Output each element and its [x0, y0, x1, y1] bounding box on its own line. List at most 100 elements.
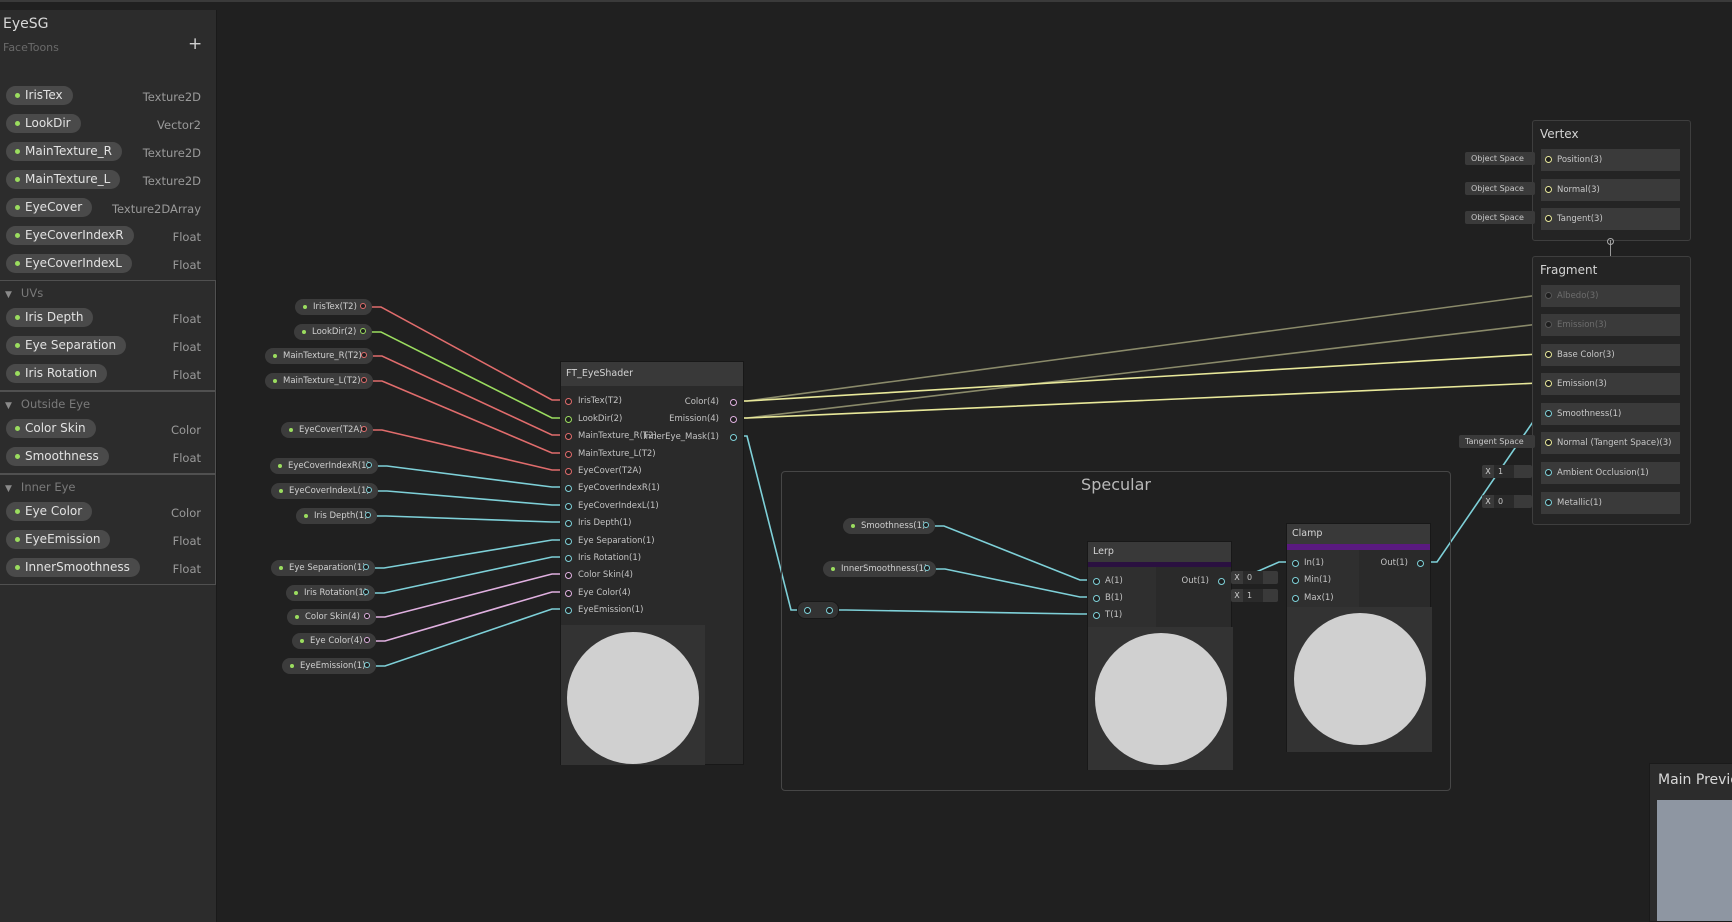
output-port[interactable]	[361, 352, 367, 358]
output-port[interactable]	[730, 434, 737, 441]
property-pill[interactable]: MainTexture_R	[6, 142, 122, 161]
add-property-button[interactable]: +	[188, 34, 202, 54]
edge[interactable]	[735, 294, 1551, 402]
property-pill[interactable]: Iris Rotation	[6, 364, 108, 383]
property-node[interactable]: LookDir(2)	[294, 324, 372, 340]
space-dropdown[interactable]: Object Space	[1465, 182, 1535, 195]
output-port[interactable]	[363, 589, 369, 595]
property-node[interactable]: Color Skin(4)	[287, 609, 376, 625]
property-pill[interactable]: Smoothness	[6, 447, 109, 466]
min-value[interactable]: 0	[1243, 571, 1263, 584]
eye-shader-node[interactable]: FT_EyeShader IrisTex(T2) LookDir(2) MainTe…	[560, 361, 744, 765]
input-port[interactable]	[1545, 215, 1552, 222]
edge[interactable]	[373, 573, 564, 618]
redirect-in-port[interactable]	[804, 607, 811, 614]
blackboard-property[interactable]: InnerSmoothness Float	[0, 555, 216, 581]
property-node[interactable]: MainTexture_L(T2)	[265, 373, 373, 389]
fragment-slot[interactable]: Emission(3)	[1541, 314, 1680, 336]
property-node[interactable]: IrisTex(T2)	[295, 299, 372, 315]
input-port[interactable]	[565, 590, 572, 597]
output-port[interactable]	[365, 512, 371, 518]
edge[interactable]	[735, 382, 1551, 419]
space-dropdown[interactable]: Object Space	[1465, 211, 1535, 224]
property-node[interactable]: Eye Separation(1)	[271, 560, 375, 576]
blackboard-property[interactable]: EyeCoverIndexR Float	[0, 223, 216, 249]
main-preview-viewport[interactable]	[1657, 800, 1732, 921]
input-port[interactable]	[565, 451, 572, 458]
input-port[interactable]	[565, 503, 572, 510]
property-pill[interactable]: Color Skin	[6, 419, 96, 438]
property-pill[interactable]: LookDir	[6, 114, 81, 133]
blackboard-property[interactable]: Eye Color Color	[0, 499, 216, 525]
input-port[interactable]	[1545, 499, 1552, 506]
input-port[interactable]	[1545, 321, 1552, 328]
collapse-triangle-icon[interactable]: ▼	[5, 401, 12, 411]
property-node[interactable]: Eye Color(4)	[292, 633, 376, 649]
blackboard-property[interactable]: EyeCover Texture2DArray	[0, 195, 216, 221]
input-port[interactable]	[565, 485, 572, 492]
property-pill[interactable]: EyeCover	[6, 198, 93, 217]
edge[interactable]	[369, 331, 564, 419]
fragment-slot[interactable]: Normal (Tangent Space)(3)	[1541, 432, 1680, 454]
edge[interactable]	[375, 490, 564, 506]
edge[interactable]	[374, 515, 564, 523]
fragment-slot[interactable]: Metallic(1)	[1541, 492, 1680, 514]
fragment-slot[interactable]: Smoothness(1)	[1541, 403, 1680, 425]
space-dropdown[interactable]: Tangent Space	[1459, 435, 1535, 448]
fragment-slot[interactable]: Base Color(3)	[1541, 344, 1680, 366]
property-pill[interactable]: Eye Separation	[6, 336, 127, 355]
blackboard-property[interactable]: Iris Rotation Float	[0, 361, 216, 387]
input-port[interactable]	[565, 607, 572, 614]
blackboard-property[interactable]: Color Skin Color	[0, 416, 216, 442]
input-port[interactable]	[1545, 410, 1552, 417]
fragment-block[interactable]: Fragment Albedo(3) Emission(3) Base Color(…	[1532, 256, 1691, 525]
collapse-triangle-icon[interactable]: ▼	[5, 484, 12, 494]
vertex-slot[interactable]: Normal(3)	[1541, 179, 1680, 201]
input-port[interactable]	[1292, 560, 1299, 567]
blackboard-property[interactable]: Smoothness Float	[0, 444, 216, 470]
redirect-node[interactable]	[797, 601, 839, 619]
property-node[interactable]: InnerSmoothness(1)	[823, 561, 936, 577]
output-port[interactable]	[924, 565, 930, 571]
edge[interactable]	[375, 465, 564, 488]
fragment-slot[interactable]: Ambient Occlusion(1)	[1541, 462, 1680, 484]
output-port[interactable]	[366, 462, 372, 468]
edge[interactable]	[373, 591, 564, 642]
property-pill[interactable]: EyeCoverIndexL	[6, 254, 132, 273]
category-header[interactable]: ▼ UVs	[5, 286, 43, 300]
output-port[interactable]	[1218, 578, 1225, 585]
blackboard-property[interactable]: EyeEmission Float	[0, 527, 216, 553]
category-header[interactable]: ▼ Outside Eye	[5, 397, 90, 411]
output-port[interactable]	[360, 328, 366, 334]
vertex-slot[interactable]: Tangent(3)	[1541, 208, 1680, 230]
blackboard-property[interactable]: LookDir Vector2	[0, 111, 216, 137]
edge[interactable]	[372, 556, 564, 594]
input-port[interactable]	[1545, 292, 1552, 299]
input-port[interactable]	[1545, 439, 1552, 446]
blackboard-property[interactable]: Eye Separation Float	[0, 333, 216, 359]
input-port[interactable]	[1093, 578, 1100, 585]
default-value[interactable]: 0	[1494, 495, 1514, 508]
clamp-min-field[interactable]: X0	[1231, 571, 1278, 584]
input-port[interactable]	[565, 398, 572, 405]
input-port[interactable]	[1545, 469, 1552, 476]
property-pill[interactable]: InnerSmoothness	[6, 558, 140, 577]
input-port[interactable]	[565, 555, 572, 562]
property-pill[interactable]: IrisTex	[6, 86, 73, 105]
output-port[interactable]	[363, 564, 369, 570]
edge[interactable]	[372, 539, 564, 569]
edge[interactable]	[369, 306, 564, 401]
blackboard-category[interactable]: ▼ UVs Iris Depth Float Eye Separation Float Ir…	[0, 280, 216, 391]
input-port[interactable]	[565, 468, 572, 475]
default-value-field[interactable]: X1	[1482, 465, 1532, 478]
property-node[interactable]: Smoothness(1)	[843, 518, 935, 534]
category-header[interactable]: ▼ Inner Eye	[5, 480, 76, 494]
input-port[interactable]	[1093, 595, 1100, 602]
output-port[interactable]	[361, 426, 367, 432]
output-port[interactable]	[730, 416, 737, 423]
blackboard-property[interactable]: MainTexture_L Texture2D	[0, 167, 216, 193]
blackboard-property[interactable]: IrisTex Texture2D	[0, 83, 216, 109]
property-node[interactable]: EyeCoverIndexL(1)	[271, 483, 378, 499]
output-port[interactable]	[364, 637, 370, 643]
input-port[interactable]	[565, 520, 572, 527]
